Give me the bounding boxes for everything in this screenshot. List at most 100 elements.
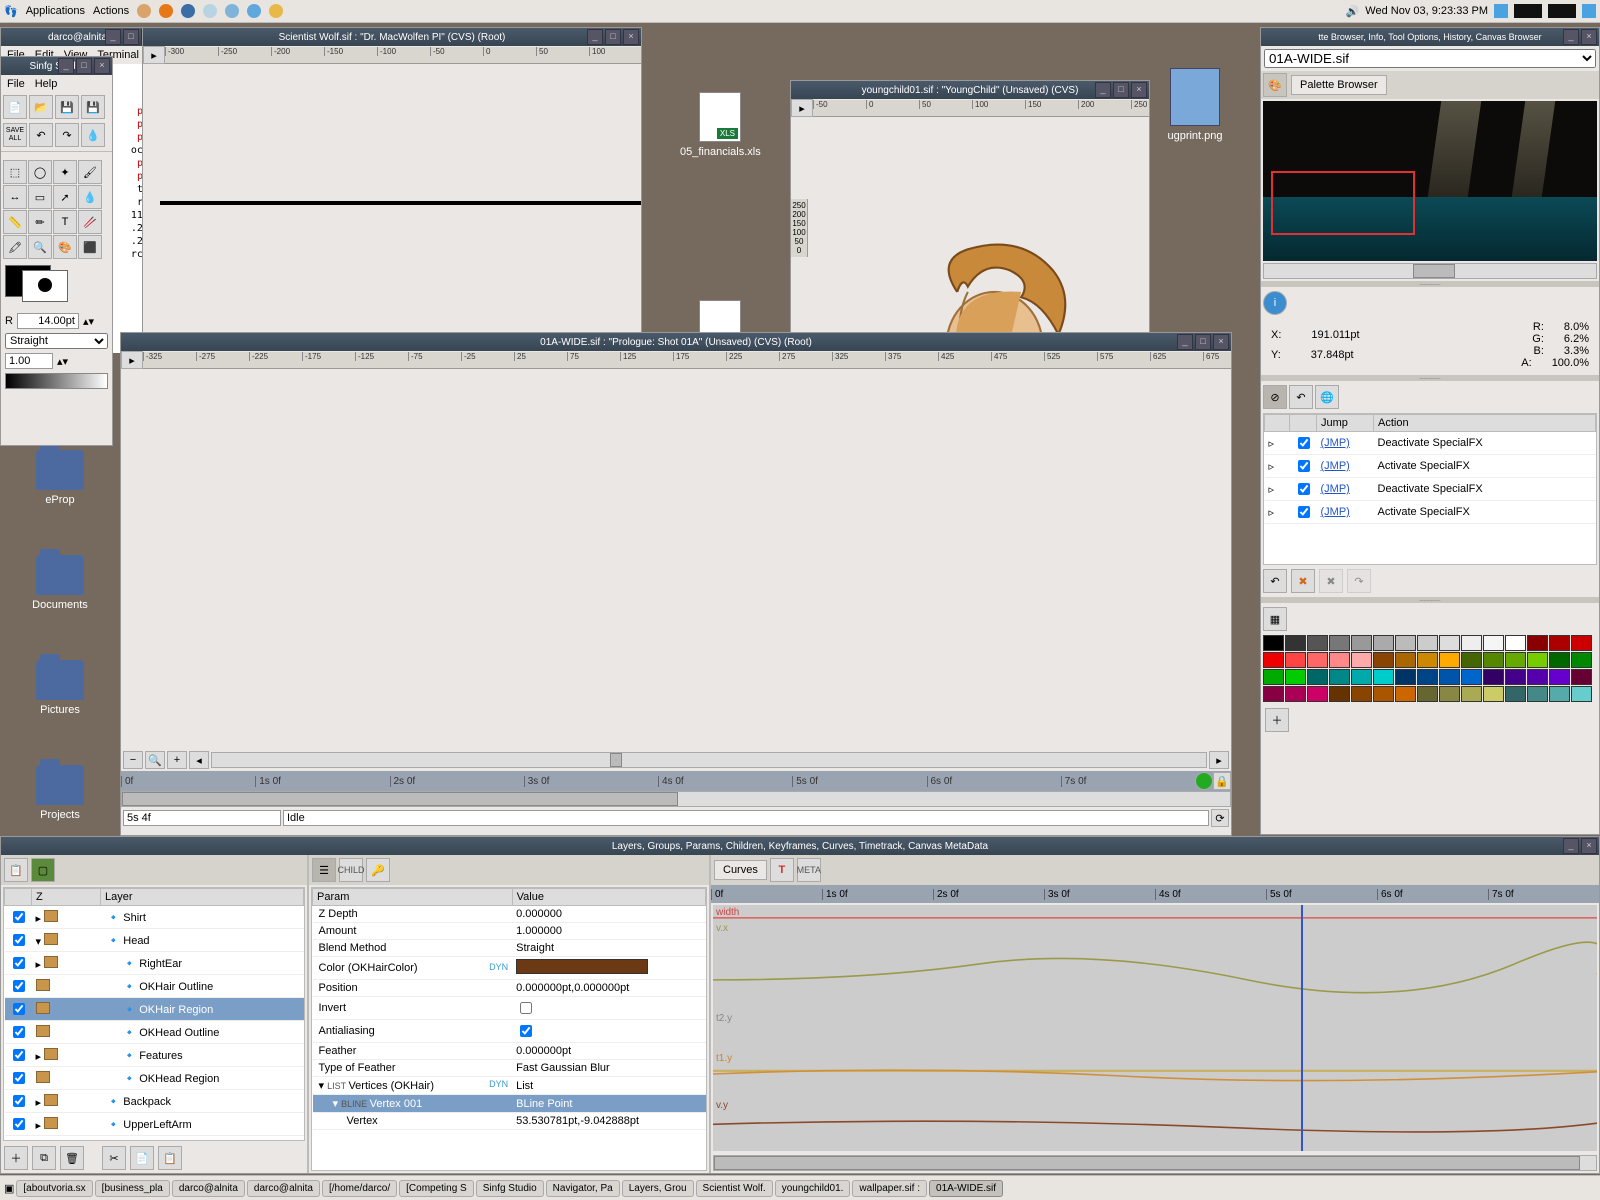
show-desktop-icon[interactable]: ▣ bbox=[4, 1182, 14, 1195]
color-swatch[interactable] bbox=[1329, 652, 1350, 668]
saveall-button[interactable]: SAVE ALL bbox=[3, 123, 27, 147]
info-tab-icon[interactable]: i bbox=[1263, 291, 1287, 315]
param-row[interactable]: ▾ BLINE Vertex 001BLine Point bbox=[313, 1095, 706, 1113]
layers-tab-icon[interactable]: 📋 bbox=[4, 858, 28, 882]
groups-tab-icon[interactable]: ▢ bbox=[31, 858, 55, 882]
layer-row[interactable]: ▸ 🔹 RightEar bbox=[5, 952, 304, 975]
status-field[interactable] bbox=[283, 810, 1209, 826]
close-icon[interactable]: × bbox=[1581, 29, 1597, 45]
taskbar-item[interactable]: Navigator, Pa bbox=[546, 1180, 620, 1197]
min-icon[interactable]: _ bbox=[1177, 334, 1193, 350]
gradient-bar[interactable] bbox=[5, 373, 108, 389]
palette-browser-tab[interactable]: Palette Browser bbox=[1291, 75, 1387, 95]
add-color-icon[interactable]: ＋ bbox=[1265, 708, 1289, 732]
main-titlebar[interactable]: 01A-WIDE.sif : "Prologue: Shot 01A" (Uns… bbox=[121, 333, 1231, 351]
color-swatch[interactable] bbox=[1395, 669, 1416, 685]
lock-icon[interactable]: 🔒 bbox=[1213, 772, 1231, 790]
actions-menu[interactable]: Actions bbox=[93, 5, 129, 17]
curves-tab[interactable]: Curves bbox=[714, 860, 767, 880]
params-tab-icon[interactable]: ☰ bbox=[312, 858, 336, 882]
redo-tab-icon[interactable]: 🌐 bbox=[1315, 385, 1339, 409]
color-swatch[interactable] bbox=[1417, 669, 1438, 685]
bottomdock-titlebar[interactable]: Layers, Groups, Params, Children, Keyfra… bbox=[1, 837, 1599, 855]
color-swatch[interactable] bbox=[1285, 669, 1306, 685]
navigator-viewport-rect[interactable] bbox=[1271, 171, 1415, 235]
color-swatch[interactable] bbox=[1571, 635, 1592, 651]
new-icon[interactable]: 📄 bbox=[3, 95, 27, 119]
color-swatch[interactable] bbox=[1461, 652, 1482, 668]
paste-icon[interactable]: 📋 bbox=[158, 1146, 182, 1170]
layer-add-icon[interactable]: ＋ bbox=[4, 1146, 28, 1170]
history-row[interactable]: ▹(JMP)Deactivate SpecialFX bbox=[1265, 478, 1596, 501]
synfig-icon[interactable] bbox=[247, 4, 261, 18]
firefox-icon[interactable] bbox=[159, 4, 173, 18]
param-row[interactable]: Antialiasing bbox=[313, 1020, 706, 1043]
zoom-in-icon[interactable]: + bbox=[167, 751, 187, 769]
color-swatch[interactable] bbox=[1329, 635, 1350, 651]
zoom-out-icon[interactable]: − bbox=[123, 751, 143, 769]
time-field[interactable] bbox=[123, 810, 281, 826]
tool-14[interactable]: 🎨 bbox=[53, 235, 77, 259]
color-swatch[interactable] bbox=[1395, 635, 1416, 651]
ruler-horizontal[interactable]: -300-250-200-150-100-5005010015020025030… bbox=[165, 47, 641, 64]
min-icon[interactable]: _ bbox=[1095, 82, 1111, 98]
max-icon[interactable]: □ bbox=[1113, 82, 1129, 98]
tray-icon-4[interactable] bbox=[1582, 4, 1596, 18]
param-row[interactable]: Type of FeatherFast Gaussian Blur bbox=[313, 1060, 706, 1077]
home-icon[interactable] bbox=[137, 4, 151, 18]
color-swatch[interactable] bbox=[1439, 635, 1460, 651]
globe-icon[interactable] bbox=[181, 4, 195, 18]
color-swatch[interactable] bbox=[1505, 635, 1526, 651]
curves-graph[interactable]: widthv.xt2.yt1.yv.y bbox=[713, 905, 1597, 1151]
desktop-folder-eprop[interactable]: eProp bbox=[20, 450, 100, 506]
color-swatch[interactable] bbox=[1549, 635, 1570, 651]
desktop-folder-documents[interactable]: Documents bbox=[20, 555, 100, 611]
tool-9[interactable]: ✏ bbox=[28, 210, 52, 234]
tool-2[interactable]: ✦ bbox=[53, 160, 77, 184]
color-swatch[interactable] bbox=[1307, 652, 1328, 668]
min-icon[interactable]: _ bbox=[1563, 29, 1579, 45]
color-swatch[interactable] bbox=[1417, 635, 1438, 651]
color-swatch[interactable] bbox=[1505, 652, 1526, 668]
palette-grid-tab-icon[interactable]: ▦ bbox=[1263, 607, 1287, 631]
color-swatch[interactable] bbox=[1571, 652, 1592, 668]
synfig-drop-icon[interactable]: 💧 bbox=[81, 123, 105, 147]
wolf-canvas[interactable] bbox=[160, 201, 641, 205]
color-swatch[interactable] bbox=[1307, 669, 1328, 685]
canvas-combo[interactable]: 01A-WIDE.sif bbox=[1264, 49, 1596, 68]
canvas-menu-icon[interactable]: ▸ bbox=[121, 351, 143, 369]
color-swatch[interactable] bbox=[1307, 635, 1328, 651]
layer-row[interactable]: 🔹 OKHair Outline bbox=[5, 975, 304, 998]
next-icon[interactable]: ▸ bbox=[1209, 751, 1229, 769]
tool-10[interactable]: T bbox=[53, 210, 77, 234]
point-size-input[interactable] bbox=[17, 313, 79, 329]
ruler-horizontal[interactable]: -50050100150200250 bbox=[813, 100, 1149, 117]
history-tab-icon[interactable]: ⊘ bbox=[1263, 385, 1287, 409]
rightdock-titlebar[interactable]: tte Browser, Info, Tool Options, History… bbox=[1261, 28, 1599, 46]
child-tab-icon[interactable]: CHILD bbox=[339, 858, 363, 882]
param-row[interactable]: Color (OKHairColor)DYN bbox=[313, 957, 706, 980]
color-swatch[interactable] bbox=[1439, 669, 1460, 685]
param-row[interactable]: ▾ LIST Vertices (OKHair)DYNList bbox=[313, 1077, 706, 1095]
tool-3[interactable]: 🖌 bbox=[78, 160, 102, 184]
color-swatch[interactable] bbox=[1351, 669, 1372, 685]
ruler-horizontal[interactable]: -325-275-225-175-125-75-2525751251752252… bbox=[143, 352, 1231, 369]
param-row[interactable]: Z Depth0.000000 bbox=[313, 906, 706, 923]
color-swatch[interactable] bbox=[1461, 669, 1482, 685]
param-row[interactable]: Feather0.000000pt bbox=[313, 1043, 706, 1060]
color-swatch[interactable] bbox=[1505, 669, 1526, 685]
color-swatch[interactable] bbox=[1373, 635, 1394, 651]
color-swatch[interactable] bbox=[1373, 686, 1394, 702]
color-swatch[interactable] bbox=[1351, 635, 1372, 651]
taskbar-item[interactable]: [Competing S bbox=[399, 1180, 474, 1197]
timetrack-tab-icon[interactable]: T bbox=[770, 858, 794, 882]
child-titlebar[interactable]: youngchild01.sif : "YoungChild" (Unsaved… bbox=[791, 81, 1149, 99]
curves-hscroll[interactable] bbox=[713, 1155, 1597, 1171]
tool-6[interactable]: ➚ bbox=[53, 185, 77, 209]
max-icon[interactable]: □ bbox=[1195, 334, 1211, 350]
taskbar-item[interactable]: [/home/darco/ bbox=[322, 1180, 397, 1197]
color-swatch[interactable] bbox=[1439, 686, 1460, 702]
color-swatch[interactable] bbox=[1527, 686, 1548, 702]
min-icon[interactable]: _ bbox=[105, 29, 121, 45]
color-swatch[interactable] bbox=[1461, 635, 1482, 651]
